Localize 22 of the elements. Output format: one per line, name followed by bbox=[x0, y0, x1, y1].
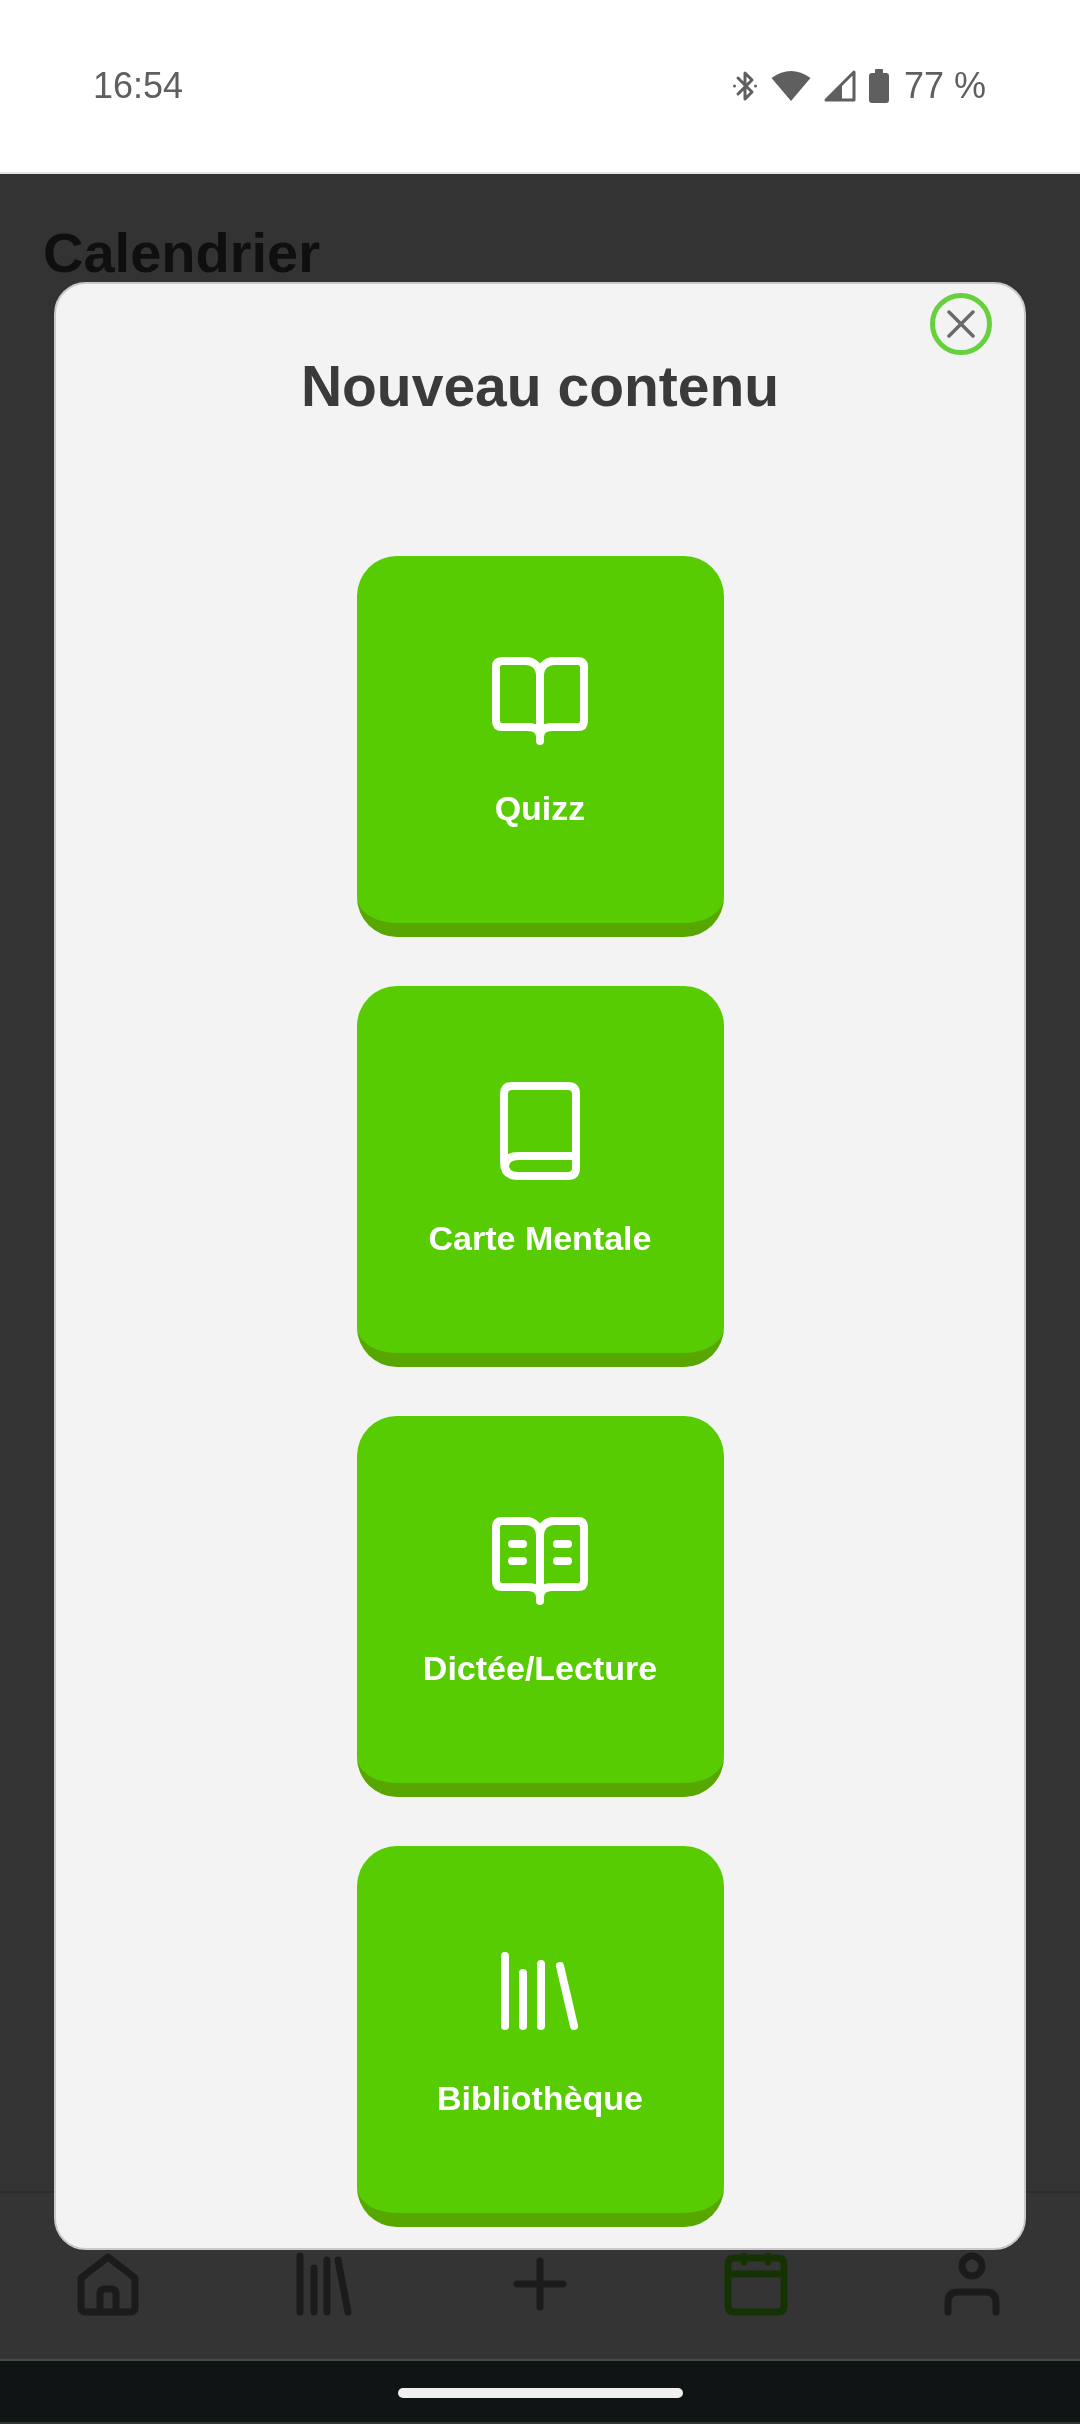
close-icon bbox=[947, 310, 975, 338]
status-time: 16:54 bbox=[93, 65, 184, 107]
books-on-shelf-icon bbox=[501, 1952, 579, 2030]
books-on-shelf-icon bbox=[296, 2252, 352, 2316]
home-indicator[interactable] bbox=[397, 2387, 683, 2398]
battery-icon bbox=[868, 69, 889, 103]
person-icon bbox=[944, 2252, 1000, 2316]
home-icon bbox=[76, 2252, 140, 2316]
plus-icon bbox=[513, 2257, 567, 2311]
battery-percentage: 77 % bbox=[903, 65, 986, 107]
calendar-icon bbox=[724, 2252, 788, 2316]
bluetooth-icon bbox=[731, 69, 758, 103]
dialog-title: Nouveau contenu bbox=[300, 353, 780, 420]
open-book-icon bbox=[492, 657, 588, 745]
signal-icon bbox=[823, 70, 856, 102]
content-type-button[interactable]: Dictée/Lecture bbox=[356, 1416, 724, 1797]
open-book-with-lines-icon bbox=[492, 1517, 588, 1605]
book-icon bbox=[500, 1082, 580, 1180]
wifi-icon bbox=[770, 70, 811, 102]
content-type-button[interactable]: Bibliothèque bbox=[356, 1846, 724, 2227]
content-type-button[interactable]: Quizz bbox=[356, 556, 724, 937]
content-type-button[interactable]: Carte Mentale bbox=[356, 986, 724, 1367]
